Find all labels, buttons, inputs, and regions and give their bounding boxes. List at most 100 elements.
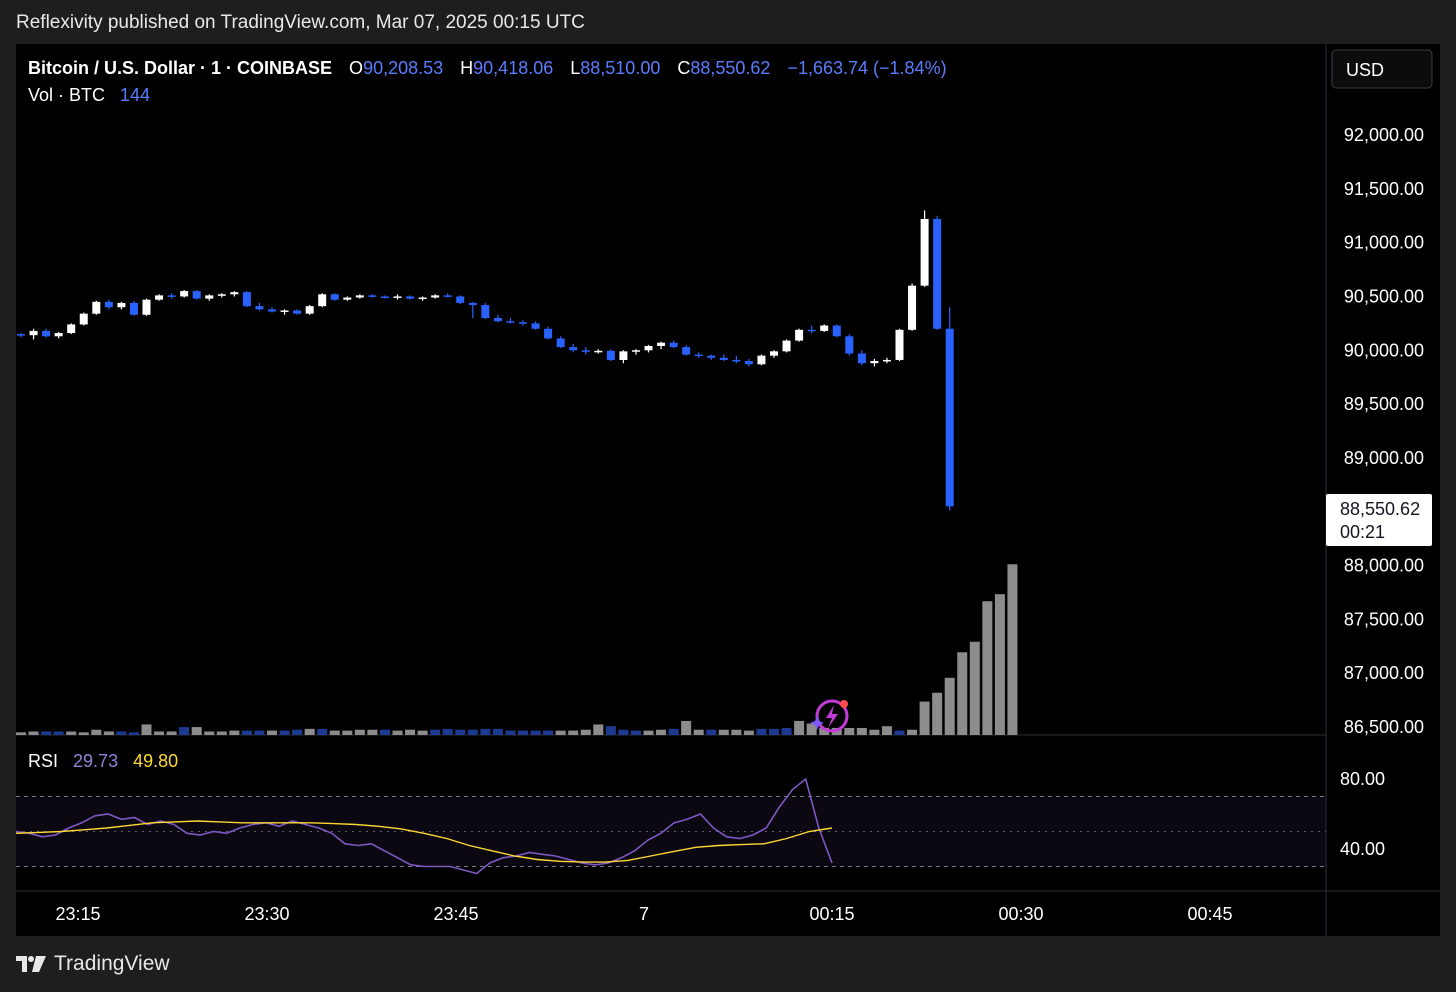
candle-body	[280, 310, 289, 312]
volume-bar	[656, 729, 667, 735]
candle-body	[807, 329, 816, 332]
price-tick-label: 90,500.00	[1344, 286, 1424, 306]
time-tick-label: 00:15	[809, 904, 854, 924]
volume-bar	[91, 729, 102, 735]
volume-bar	[969, 641, 980, 735]
last-price-label: 88,550.62 00:21	[1326, 494, 1432, 546]
candle-body	[857, 353, 866, 364]
candle-body	[719, 357, 728, 360]
candle-body	[393, 296, 402, 298]
volume-bar	[844, 727, 855, 735]
volume-bar	[392, 730, 403, 735]
time-tick-label: 23:45	[433, 904, 478, 924]
volume-bar	[66, 731, 77, 735]
price-tick-label: 92,000.00	[1344, 125, 1424, 145]
volume-bar	[957, 652, 968, 735]
volume-bar	[492, 728, 503, 735]
candle-body	[657, 342, 666, 346]
volume-bar	[781, 727, 792, 735]
volume-bar	[618, 729, 629, 735]
candle-body	[895, 329, 904, 360]
volume-bar	[241, 730, 252, 735]
candle-body	[54, 333, 63, 337]
legend-high-value: 90,418.06	[473, 58, 553, 78]
volume-bar	[204, 731, 215, 735]
volume-bar	[78, 732, 89, 735]
last-price-value: 88,550.62	[1340, 499, 1420, 519]
volume-bar	[53, 731, 64, 735]
legend-open-label: O	[349, 58, 363, 78]
candle-body	[117, 302, 126, 308]
rsi-label: RSI	[28, 751, 58, 771]
candle-body	[732, 359, 741, 362]
candle-body	[757, 355, 766, 365]
price-tick-label: 90,000.00	[1344, 340, 1424, 360]
volume-bar	[681, 720, 692, 735]
candle-body	[17, 334, 25, 336]
candle-body	[79, 313, 88, 325]
candle-body	[255, 306, 264, 310]
price-tick-label: 86,500.00	[1344, 717, 1424, 737]
volume-bar	[568, 730, 579, 735]
candle-body	[531, 323, 540, 329]
volume-bar	[919, 701, 930, 735]
chart-frame[interactable]: 92,000.00 91,500.00 91,000.00 90,500.00 90,0…	[15, 44, 1440, 936]
volume-bar	[128, 732, 139, 735]
candle-body	[556, 338, 565, 348]
candle-body	[368, 295, 377, 297]
candle-body	[180, 291, 189, 297]
candle-body	[669, 342, 678, 348]
volume-bar	[743, 730, 754, 735]
volume-bar	[141, 724, 152, 735]
brand-name: TradingView	[54, 952, 170, 975]
volume-bar	[304, 728, 315, 735]
candle-body	[205, 295, 214, 299]
candle-body	[933, 218, 942, 329]
volume-bar	[455, 729, 466, 735]
volume-bar	[154, 731, 165, 735]
candle-body	[882, 359, 891, 362]
candle-body	[945, 328, 954, 507]
candle-body	[782, 340, 791, 352]
price-tick-label: 91,000.00	[1344, 233, 1424, 253]
candle-body	[820, 325, 829, 331]
volume-bar	[103, 731, 114, 735]
volume-bar	[769, 728, 779, 735]
price-tick-label: 89,500.00	[1344, 394, 1424, 414]
volume-bar	[856, 727, 867, 735]
candle-body	[217, 294, 226, 296]
candle-body	[644, 345, 653, 351]
brand[interactable]: TradingView	[16, 952, 170, 976]
volume-bar	[706, 729, 717, 735]
legend-close-label: C	[677, 58, 690, 78]
candle-body	[631, 350, 640, 352]
candle-body	[832, 325, 841, 337]
price-tick-label: 88,000.00	[1344, 556, 1424, 576]
candle-body	[155, 295, 164, 300]
volume-bar	[693, 729, 704, 735]
volume-bar	[379, 729, 390, 735]
currency-button[interactable]: USD	[1331, 49, 1433, 89]
candle-body	[418, 297, 427, 300]
rsi-value: 29.73	[73, 751, 118, 771]
candle-body	[230, 292, 239, 295]
legend-line-2: Vol · BTC 144	[28, 85, 150, 105]
volume-bar	[329, 730, 340, 735]
candle-body	[694, 354, 703, 357]
volume-bar	[367, 729, 378, 735]
rsi-tick-label: 80.00	[1340, 769, 1385, 789]
volume-bar	[605, 726, 616, 735]
chart-svg[interactable]: 92,000.00 91,500.00 91,000.00 90,500.00 90,0…	[15, 44, 1440, 936]
candle-body	[594, 350, 603, 353]
last-price-countdown: 00:21	[1340, 522, 1385, 542]
candle-body	[908, 285, 917, 330]
legend-symbol: Bitcoin / U.S. Dollar · 1 · COINBASE	[28, 58, 332, 78]
candle-body	[318, 294, 327, 307]
time-tick-label: 00:30	[998, 904, 1043, 924]
volume-bar	[982, 601, 993, 735]
candle-body	[29, 330, 38, 336]
price-tick-label: 91,500.00	[1344, 179, 1424, 199]
candle-body	[343, 297, 352, 300]
volume-bar	[342, 730, 353, 735]
candle-body	[380, 296, 389, 298]
